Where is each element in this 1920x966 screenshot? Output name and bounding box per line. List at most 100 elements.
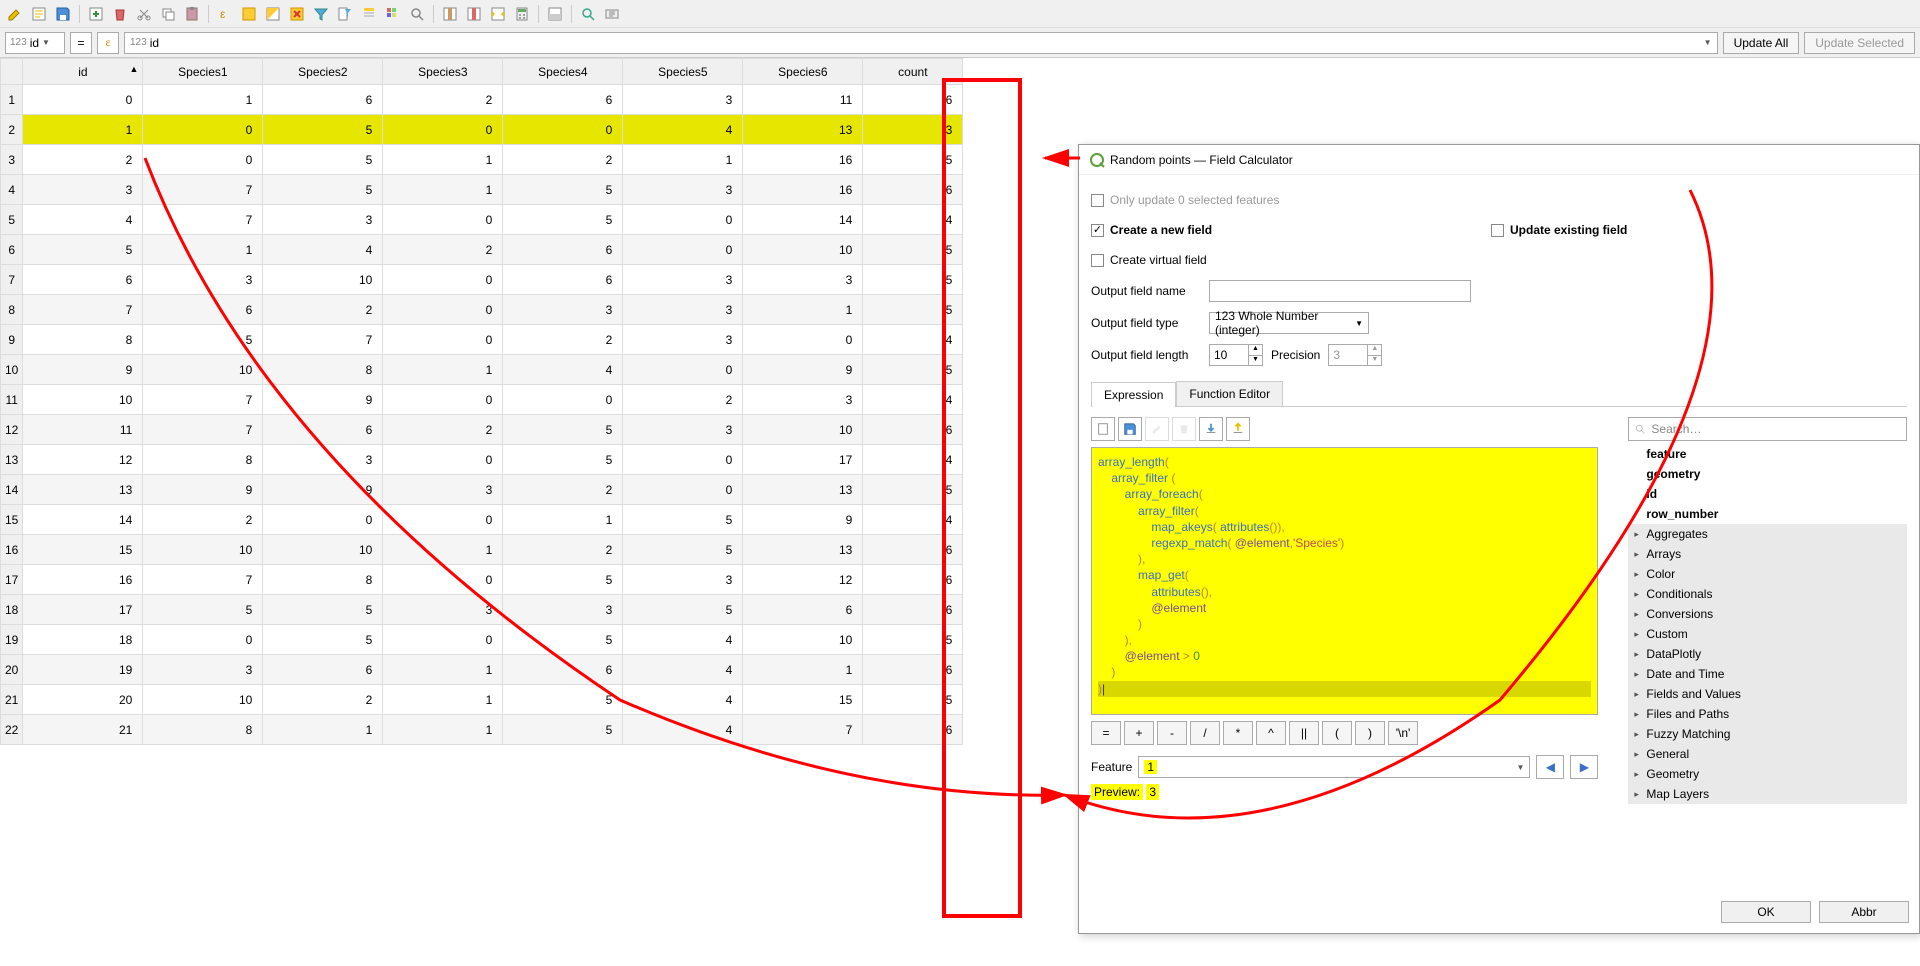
table-row[interactable]: 20193616416 bbox=[1, 655, 963, 685]
operator-button[interactable]: ^ bbox=[1256, 721, 1286, 745]
table-row[interactable]: 18175533566 bbox=[1, 595, 963, 625]
column-header[interactable]: Species2 bbox=[263, 59, 383, 85]
actions-icon[interactable] bbox=[602, 4, 622, 24]
table-row[interactable]: 3205121165 bbox=[1, 145, 963, 175]
conditional-format-icon[interactable] bbox=[383, 4, 403, 24]
tree-item[interactable]: ▸Fuzzy Matching bbox=[1628, 724, 1907, 744]
column-header[interactable]: Species5 bbox=[623, 59, 743, 85]
tree-item[interactable]: ▸Fields and Values bbox=[1628, 684, 1907, 704]
tab-function-editor[interactable]: Function Editor bbox=[1176, 381, 1283, 406]
expression-icon[interactable]: ε bbox=[215, 4, 235, 24]
tree-item[interactable]: id bbox=[1628, 484, 1907, 504]
table-row[interactable]: 131283050174 bbox=[1, 445, 963, 475]
column-header[interactable]: Species6 bbox=[743, 59, 863, 85]
operator-button[interactable]: ( bbox=[1322, 721, 1352, 745]
table-row[interactable]: 2105004133 bbox=[1, 115, 963, 145]
tree-item[interactable]: ▸Arrays bbox=[1628, 544, 1907, 564]
deselect-icon[interactable] bbox=[287, 4, 307, 24]
table-row[interactable]: 876203315 bbox=[1, 295, 963, 325]
del-col-icon[interactable] bbox=[464, 4, 484, 24]
save-icon[interactable] bbox=[53, 4, 73, 24]
feature-input[interactable]: 1 ▼ bbox=[1138, 756, 1530, 778]
create-new-checkbox[interactable] bbox=[1091, 224, 1104, 237]
tree-item[interactable]: ▸Conditionals bbox=[1628, 584, 1907, 604]
table-row[interactable]: 171678053126 bbox=[1, 565, 963, 595]
update-existing-checkbox[interactable] bbox=[1491, 224, 1504, 237]
cut-icon[interactable] bbox=[134, 4, 154, 24]
tree-item[interactable]: feature bbox=[1628, 444, 1907, 464]
tree-item[interactable]: geometry bbox=[1628, 464, 1907, 484]
tab-expression[interactable]: Expression bbox=[1091, 382, 1176, 407]
table-row[interactable]: 15142001594 bbox=[1, 505, 963, 535]
abbr-button[interactable]: Abbr bbox=[1819, 901, 1909, 923]
tree-item[interactable]: row_number bbox=[1628, 504, 1907, 524]
update-all-button[interactable]: Update All bbox=[1723, 32, 1800, 54]
zoom-to-icon[interactable] bbox=[578, 4, 598, 24]
operator-button[interactable]: + bbox=[1124, 721, 1154, 745]
next-feature-button[interactable]: ▶ bbox=[1570, 755, 1598, 779]
out-len-input[interactable]: 10 ▲▼ bbox=[1209, 344, 1263, 366]
table-row[interactable]: 2120102154155 bbox=[1, 685, 963, 715]
table-row[interactable]: 10910814095 bbox=[1, 355, 963, 385]
save-expr-icon[interactable] bbox=[1118, 417, 1142, 441]
update-existing-row[interactable]: Update existing field bbox=[1491, 219, 1821, 241]
function-tree[interactable]: featuregeometryidrow_number▸Aggregates▸A… bbox=[1628, 444, 1907, 804]
table-row[interactable]: 121176253106 bbox=[1, 415, 963, 445]
table-row[interactable]: 191805054105 bbox=[1, 625, 963, 655]
new-expr-icon[interactable] bbox=[1091, 417, 1115, 441]
filter-form-icon[interactable] bbox=[335, 4, 355, 24]
table-row[interactable]: 5473050144 bbox=[1, 205, 963, 235]
tree-item[interactable]: ▸DataPlotly bbox=[1628, 644, 1907, 664]
column-header[interactable]: count bbox=[863, 59, 963, 85]
table-row[interactable]: 4375153166 bbox=[1, 175, 963, 205]
operator-button[interactable]: = bbox=[1091, 721, 1121, 745]
dock-icon[interactable] bbox=[545, 4, 565, 24]
filter-icon[interactable] bbox=[311, 4, 331, 24]
export-expr-icon[interactable] bbox=[1226, 417, 1250, 441]
create-new-row[interactable]: Create a new field bbox=[1091, 219, 1471, 241]
column-header[interactable]: Species1 bbox=[143, 59, 263, 85]
tree-item[interactable]: ▸Aggregates bbox=[1628, 524, 1907, 544]
tree-item[interactable]: ▸Color bbox=[1628, 564, 1907, 584]
table-row[interactable]: 1016263116 bbox=[1, 85, 963, 115]
add-feature-icon[interactable] bbox=[86, 4, 106, 24]
table-row[interactable]: 22218115476 bbox=[1, 715, 963, 745]
copy-icon[interactable] bbox=[158, 4, 178, 24]
table-row[interactable]: 16151010125136 bbox=[1, 535, 963, 565]
operator-button[interactable]: / bbox=[1190, 721, 1220, 745]
operator-button[interactable]: ) bbox=[1355, 721, 1385, 745]
table-row[interactable]: 7631006335 bbox=[1, 265, 963, 295]
table-row[interactable]: 11107900234 bbox=[1, 385, 963, 415]
new-col-icon[interactable] bbox=[440, 4, 460, 24]
pencil-icon[interactable] bbox=[5, 4, 25, 24]
tree-item[interactable]: ▸Geometry bbox=[1628, 764, 1907, 784]
epsilon-button[interactable]: ε bbox=[97, 32, 119, 54]
column-header[interactable]: Species3 bbox=[383, 59, 503, 85]
tree-item[interactable]: ▸General bbox=[1628, 744, 1907, 764]
out-type-select[interactable]: 123 Whole Number (integer)▼ bbox=[1209, 312, 1369, 334]
zoom-icon[interactable] bbox=[407, 4, 427, 24]
invert-icon[interactable] bbox=[263, 4, 283, 24]
operator-button[interactable]: '\n' bbox=[1388, 721, 1418, 745]
operator-button[interactable]: * bbox=[1223, 721, 1253, 745]
tree-item[interactable]: ▸Conversions bbox=[1628, 604, 1907, 624]
table-row[interactable]: 6514260105 bbox=[1, 235, 963, 265]
tree-item[interactable]: ▸Map Layers bbox=[1628, 784, 1907, 804]
select-all-icon[interactable] bbox=[239, 4, 259, 24]
expression-editor[interactable]: array_length( array_filter ( array_forea… bbox=[1091, 447, 1598, 715]
equals-button[interactable]: = bbox=[70, 32, 92, 54]
function-search[interactable]: Search… bbox=[1628, 417, 1907, 441]
delete-icon[interactable] bbox=[110, 4, 130, 24]
operator-button[interactable]: - bbox=[1157, 721, 1187, 745]
field-selector[interactable]: 123 id ▼ bbox=[5, 32, 65, 54]
calc-icon[interactable] bbox=[512, 4, 532, 24]
table-row[interactable]: 985702304 bbox=[1, 325, 963, 355]
tree-item[interactable]: ▸Custom bbox=[1628, 624, 1907, 644]
import-expr-icon[interactable] bbox=[1199, 417, 1223, 441]
column-header[interactable]: id▲ bbox=[23, 59, 143, 85]
ok-button[interactable]: OK bbox=[1721, 901, 1811, 923]
virtual-row[interactable]: Create virtual field bbox=[1091, 249, 1471, 271]
virtual-checkbox[interactable] bbox=[1091, 254, 1104, 267]
paste-icon[interactable] bbox=[182, 4, 202, 24]
tree-item[interactable]: ▸Files and Paths bbox=[1628, 704, 1907, 724]
